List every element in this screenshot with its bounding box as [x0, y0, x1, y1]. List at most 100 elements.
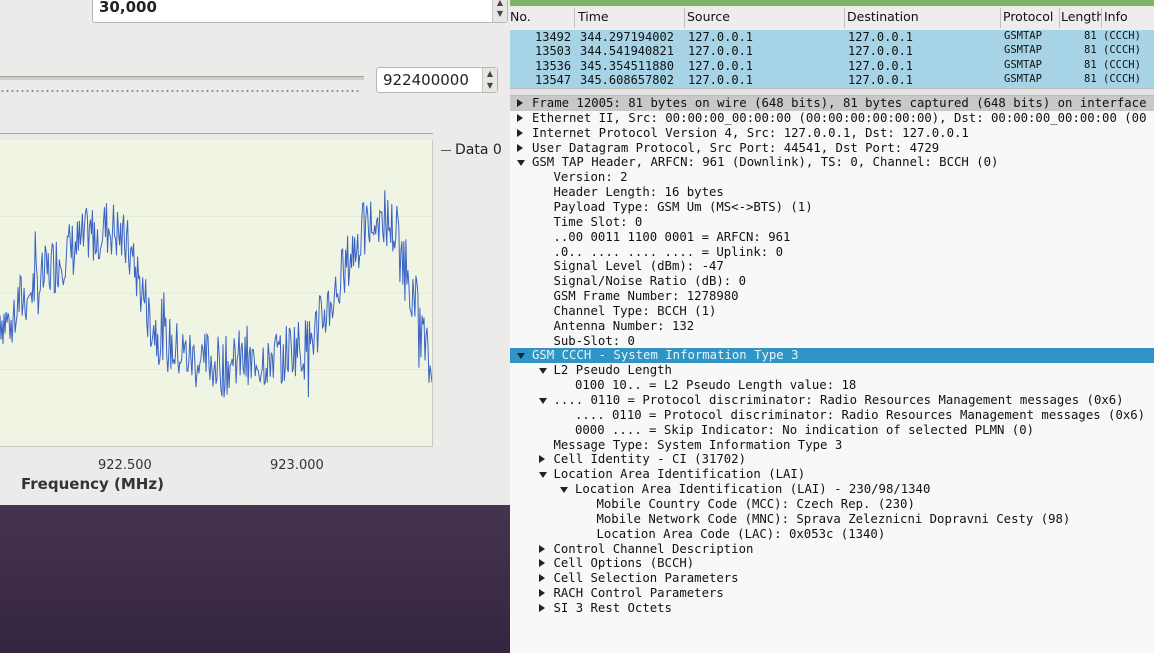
- cell-length: 81: [1084, 59, 1097, 71]
- tree-item[interactable]: Mobile Country Code (MCC): Czech Rep. (2…: [510, 497, 1154, 512]
- tree-item[interactable]: Version: 2: [510, 170, 1154, 185]
- tree-item[interactable]: Ethernet II, Src: 00:00:00_00:00:00 (00:…: [510, 111, 1154, 126]
- column-divider[interactable]: [1000, 8, 1001, 28]
- column-header-length[interactable]: Length: [1061, 9, 1101, 24]
- frequency-spin-box[interactable]: 922400000 ▲ ▼: [376, 67, 498, 93]
- tree-item[interactable]: Frame 12005: 81 bytes on wire (648 bits)…: [510, 96, 1154, 111]
- tree-item[interactable]: Signal/Noise Ratio (dB): 0: [510, 274, 1154, 289]
- tree-item-label: Time Slot: 0: [553, 214, 643, 229]
- tree-item[interactable]: Message Type: System Information Type 3: [510, 438, 1154, 453]
- table-row[interactable]: 13547 345.608657802 127.0.0.1 127.0.0.1 …: [510, 73, 1154, 87]
- tree-item[interactable]: Cell Identity - CI (31702): [510, 452, 1154, 467]
- tree-item[interactable]: Cell Options (BCCH): [510, 556, 1154, 571]
- tree-item-label: Ethernet II, Src: 00:00:00_00:00:00 (00:…: [532, 110, 1147, 125]
- tree-item-label: L2 Pseudo Length: [553, 363, 672, 378]
- column-header-time[interactable]: Time: [578, 9, 683, 24]
- tree-item[interactable]: Time Slot: 0: [510, 215, 1154, 230]
- tree-item[interactable]: Antenna Number: 132: [510, 319, 1154, 334]
- tree-item[interactable]: GSM TAP Header, ARFCN: 961 (Downlink), T…: [510, 155, 1154, 170]
- column-divider[interactable]: [844, 8, 845, 28]
- expand-arrow-icon[interactable]: [538, 603, 545, 612]
- tree-item-label: Version: 2: [553, 170, 628, 185]
- collapse-arrow-icon[interactable]: [538, 398, 547, 404]
- tree-item[interactable]: Header Length: 16 bytes: [510, 185, 1154, 200]
- tree-item-label: Internet Protocol Version 4, Src: 127.0.…: [532, 125, 969, 140]
- tree-item-label: Mobile Network Code (MNC): Sprava Zelezn…: [596, 511, 1071, 526]
- column-header-info[interactable]: Info: [1104, 9, 1152, 24]
- tree-item[interactable]: .... 0110 = Protocol discriminator: Radi…: [510, 393, 1154, 408]
- column-header-destination[interactable]: Destination: [847, 9, 999, 24]
- tree-item[interactable]: Channel Type: BCCH (1): [510, 304, 1154, 319]
- tree-item[interactable]: .0.. .... .... .... = Uplink: 0: [510, 245, 1154, 260]
- spin-arrows-icon[interactable]: ▲ ▼: [482, 68, 497, 92]
- spectrum-plot-area[interactable]: [0, 140, 433, 447]
- tree-item[interactable]: .... 0110 = Protocol discriminator: Radi…: [510, 408, 1154, 423]
- spin-arrows-icon[interactable]: ▲ ▼: [492, 0, 507, 22]
- packet-details-tree: Frame 12005: 81 bytes on wire (648 bits)…: [510, 96, 1154, 653]
- pane-splitter[interactable]: [510, 88, 1154, 96]
- expand-arrow-icon[interactable]: [538, 574, 545, 583]
- top-spin-box[interactable]: 30,000 ▲ ▼: [92, 0, 508, 23]
- collapse-arrow-icon[interactable]: [560, 487, 568, 494]
- expand-arrow-icon[interactable]: [538, 544, 545, 553]
- column-header-no[interactable]: No.: [510, 9, 576, 24]
- expand-arrow-icon[interactable]: [538, 455, 545, 464]
- expand-arrow-icon[interactable]: [538, 559, 545, 568]
- collapse-arrow-icon[interactable]: [517, 160, 525, 167]
- column-divider[interactable]: [684, 8, 685, 28]
- column-header-protocol[interactable]: Protocol: [1003, 9, 1059, 24]
- expand-arrow-icon[interactable]: [517, 143, 523, 152]
- column-divider[interactable]: [1101, 8, 1102, 28]
- tree-item[interactable]: 0000 .... = Skip Indicator: No indicatio…: [510, 423, 1154, 438]
- collapse-arrow-icon[interactable]: [517, 353, 525, 360]
- tree-item[interactable]: Signal Level (dBm): -47: [510, 259, 1154, 274]
- tree-item-label: GSM Frame Number: 1278980: [553, 289, 739, 304]
- collapse-arrow-icon[interactable]: [538, 472, 547, 479]
- tree-item[interactable]: SI 3 Rest Octets: [510, 601, 1154, 616]
- tree-item[interactable]: User Datagram Protocol, Src Port: 44541,…: [510, 141, 1154, 156]
- table-row[interactable]: 13492 344.297194002 127.0.0.1 127.0.0.1 …: [510, 30, 1154, 44]
- tree-item[interactable]: Payload Type: GSM Um (MS<->BTS) (1): [510, 200, 1154, 215]
- column-divider[interactable]: [574, 8, 575, 28]
- tree-item[interactable]: Location Area Code (LAC): 0x053c (1340): [510, 527, 1154, 542]
- x-axis-label: Frequency (MHz): [21, 475, 164, 493]
- cell-no: 13503: [535, 44, 572, 58]
- expand-arrow-icon[interactable]: [538, 589, 545, 598]
- tree-item[interactable]: Internet Protocol Version 4, Src: 127.0.…: [510, 126, 1154, 141]
- x-tick-label: 922.500: [98, 458, 152, 473]
- table-row[interactable]: 13503 344.541940821 127.0.0.1 127.0.0.1 …: [510, 44, 1154, 58]
- tree-item[interactable]: ..00 0011 1100 0001 = ARFCN: 961: [510, 230, 1154, 245]
- expand-arrow-icon[interactable]: [517, 99, 523, 107]
- tree-item[interactable]: Location Area Identification (LAI) - 230…: [510, 482, 1154, 497]
- tree-item[interactable]: Cell Selection Parameters: [510, 571, 1154, 586]
- tree-item[interactable]: Location Area Identification (LAI): [510, 467, 1154, 482]
- tree-item[interactable]: Sub-Slot: 0: [510, 334, 1154, 349]
- tree-item[interactable]: 0100 10.. = L2 Pseudo Length value: 18: [510, 378, 1154, 393]
- cell-no: 13547: [535, 73, 572, 87]
- cell-info: (CCCH): [1103, 44, 1141, 56]
- frequency-slider[interactable]: [0, 76, 364, 80]
- spectrum-app-window: 30,000 ▲ ▼ 922400000 ▲ ▼ Data 0 922.500 92…: [0, 0, 510, 653]
- table-row[interactable]: 13536 345.354511880 127.0.0.1 127.0.0.1 …: [510, 59, 1154, 73]
- tree-item[interactable]: Control Channel Description: [510, 542, 1154, 557]
- cell-destination: 127.0.0.1: [848, 73, 914, 87]
- tree-item[interactable]: GSM Frame Number: 1278980: [510, 289, 1154, 304]
- tree-item-label: Antenna Number: 132: [553, 318, 695, 333]
- tree-item[interactable]: L2 Pseudo Length: [510, 363, 1154, 378]
- tree-item-label: RACH Control Parameters: [553, 586, 724, 601]
- tree-item[interactable]: RACH Control Parameters: [510, 586, 1154, 601]
- cell-no: 13536: [535, 59, 572, 73]
- tree-item[interactable]: Mobile Network Code (MNC): Sprava Zelezn…: [510, 512, 1154, 527]
- packet-list-header: No. Time Source Destination Protocol Len…: [510, 6, 1154, 31]
- tree-item[interactable]: GSM CCCH - System Information Type 3: [510, 348, 1154, 364]
- expand-arrow-icon[interactable]: [517, 113, 523, 122]
- legend-label: Data 0: [455, 142, 502, 158]
- column-header-source[interactable]: Source: [687, 9, 842, 24]
- tree-item-label: Mobile Country Code (MCC): Czech Rep. (2…: [596, 496, 915, 511]
- tree-item-label: Control Channel Description: [553, 541, 754, 556]
- column-divider[interactable]: [1059, 8, 1060, 28]
- tree-item-label: Location Area Identification (LAI): [553, 467, 806, 482]
- tree-item-label: .0.. .... .... .... = Uplink: 0: [553, 244, 784, 259]
- expand-arrow-icon[interactable]: [517, 128, 523, 137]
- collapse-arrow-icon[interactable]: [538, 368, 547, 375]
